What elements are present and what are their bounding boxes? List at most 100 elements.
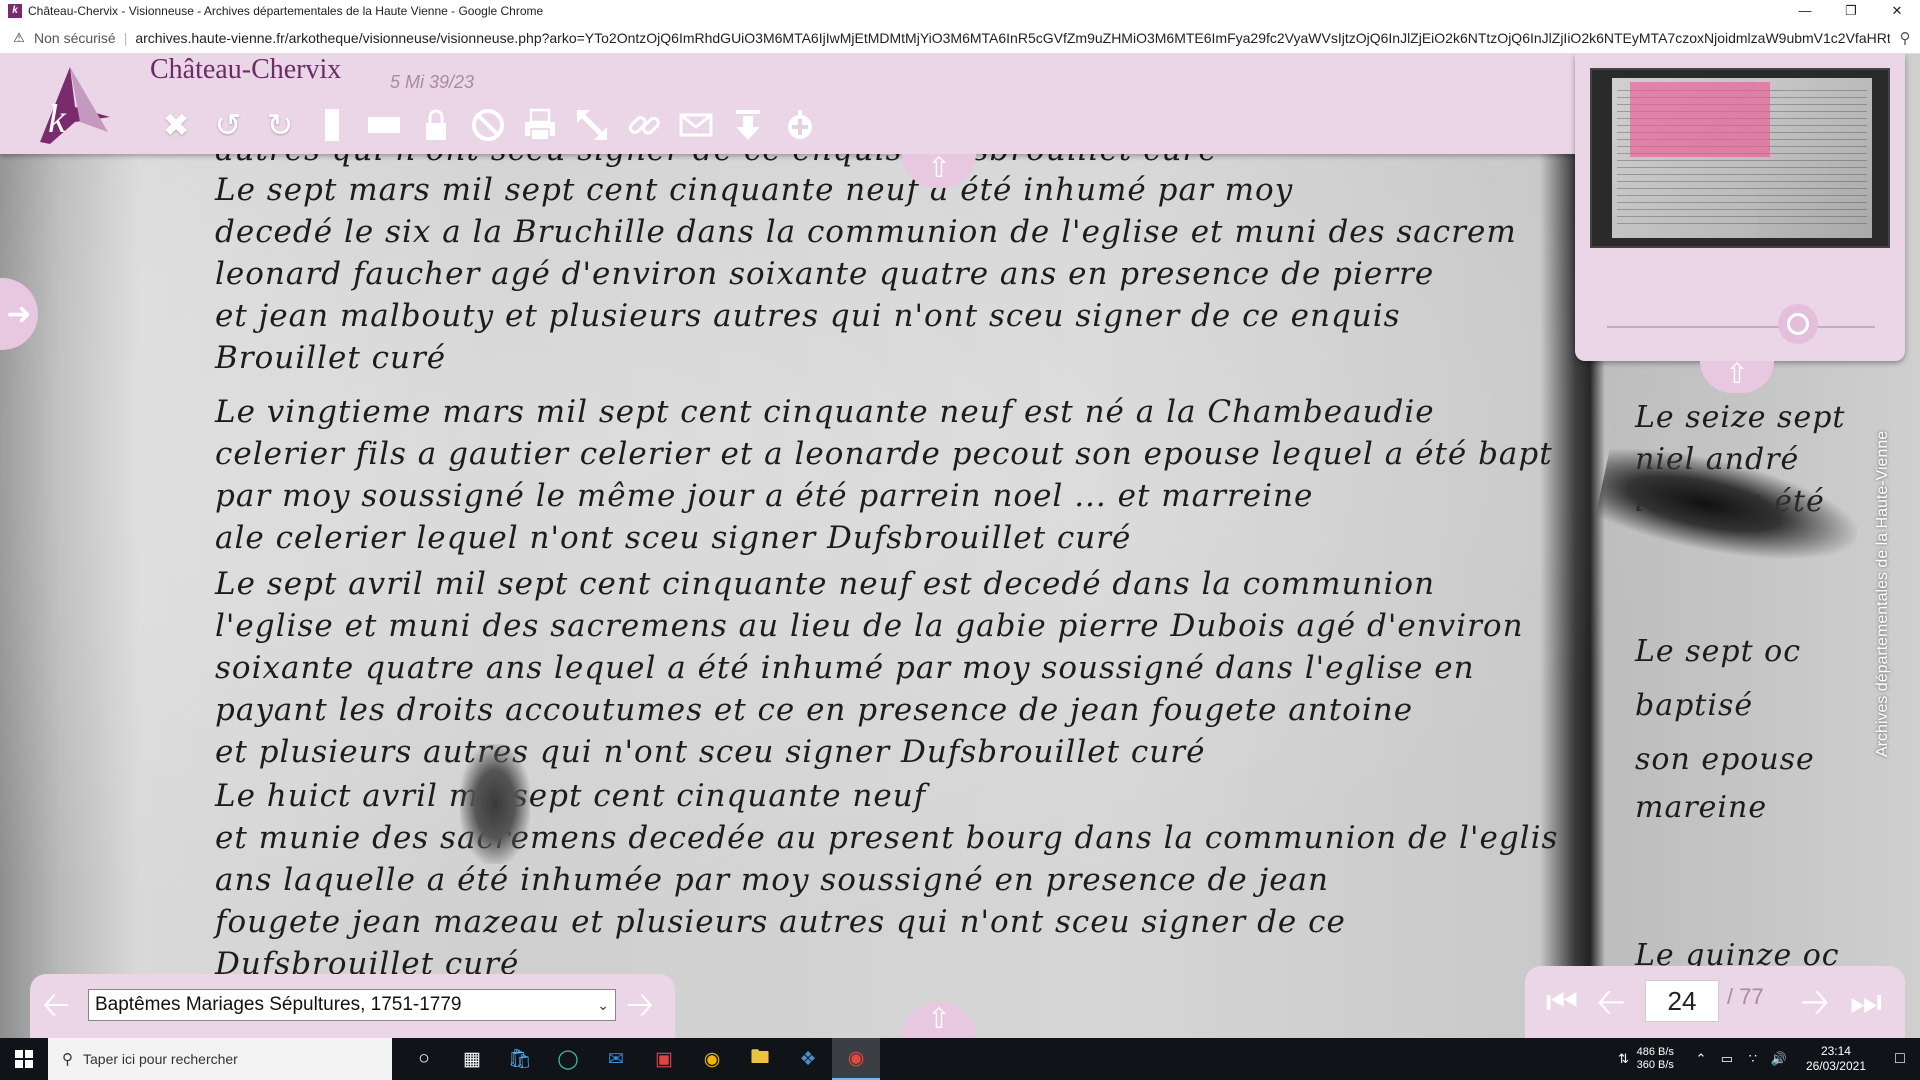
handwriting-line: Brouillet curé xyxy=(215,340,447,376)
rotate-left-icon[interactable]: ↺ xyxy=(202,102,254,148)
print-icon[interactable] xyxy=(514,102,566,148)
download-icon[interactable] xyxy=(722,102,774,148)
chevron-down-icon: ⌄ xyxy=(597,996,609,1013)
net-upload: 486 B/s xyxy=(1636,1046,1674,1058)
clock[interactable]: 23:14 26/03/2021 xyxy=(1806,1044,1866,1074)
handwriting-line: Le sept oc xyxy=(1635,634,1802,669)
store-icon[interactable]: 🛍 xyxy=(496,1038,544,1080)
search-icon: ⚲ xyxy=(62,1051,73,1068)
wifi-icon[interactable]: ∵ xyxy=(1742,1051,1764,1067)
handwriting-line: Le sept mars mil sept cent cinquante neu… xyxy=(215,172,1294,208)
rotate-right-icon[interactable]: ↻ xyxy=(254,102,306,148)
handwriting-line: decedé le six a la Bruchille dans la com… xyxy=(215,214,1517,250)
help-icon[interactable] xyxy=(774,102,826,148)
browser-titlebar: k Château-Chervix - Visionneuse - Archiv… xyxy=(0,0,1920,22)
first-page-icon[interactable]: ⏮ xyxy=(1539,982,1585,1022)
place-title: Château-Chervix xyxy=(150,54,342,85)
handwriting-line: Le seize sept xyxy=(1635,400,1846,435)
taskbar-apps: ○ ▦ 🛍 ◯ ✉ ▣ ◉ 🖿 ❖ ◉ xyxy=(400,1038,880,1080)
notifications-icon[interactable]: □ xyxy=(1880,1050,1920,1068)
handwriting-line: leonard faucher agé d'environ soixante q… xyxy=(215,256,1435,292)
window-controls: — ❐ ✕ xyxy=(1782,0,1920,22)
next-register-icon[interactable]: 🡢 xyxy=(622,988,658,1024)
previous-page-icon[interactable]: 🡠 xyxy=(1591,982,1631,1022)
chevron-up-icon[interactable]: ⌃ xyxy=(1690,1051,1712,1067)
battery-icon[interactable]: ▭ xyxy=(1716,1051,1738,1067)
zoom-slider-track[interactable] xyxy=(1607,326,1875,328)
search-placeholder: Taper ici pour rechercher xyxy=(83,1051,238,1067)
divider: | xyxy=(123,29,128,46)
url-field[interactable]: archives.haute-vienne.fr/arkotheque/visi… xyxy=(135,30,1890,46)
last-page-icon[interactable]: ⏭ xyxy=(1843,982,1889,1022)
app-icon[interactable]: ❖ xyxy=(784,1038,832,1080)
handwriting-line: baptisé xyxy=(1635,688,1754,723)
clock-time: 23:14 xyxy=(1820,1044,1851,1058)
volume-icon[interactable]: 🔊 xyxy=(1768,1051,1790,1067)
windows-start-icon[interactable] xyxy=(0,1038,48,1080)
previous-register-icon[interactable]: 🡠 xyxy=(38,988,74,1024)
warning-icon[interactable]: ⚠ xyxy=(10,30,28,46)
magnifier-icon xyxy=(1787,313,1809,335)
register-select[interactable]: Baptêmes Mariages Sépultures, 1751-1779 … xyxy=(88,989,616,1021)
handwriting-line: par moy soussigné le même jour a été par… xyxy=(215,478,1314,514)
mail-icon[interactable] xyxy=(670,102,722,148)
handwriting-line: ans laquelle a été inhumée par moy souss… xyxy=(215,862,1329,898)
zoom-slider-handle[interactable] xyxy=(1778,304,1818,344)
window-title: Château-Chervix - Visionneuse - Archives… xyxy=(28,4,544,18)
network-speed: 486 B/s 360 B/s xyxy=(1637,1046,1674,1072)
handwriting-line: Le sept avril mil sept cent cinquante ne… xyxy=(215,566,1436,602)
invert-icon[interactable] xyxy=(462,102,514,148)
chrome-canary-icon[interactable]: ◉ xyxy=(688,1038,736,1080)
mail-app-icon[interactable]: ✉ xyxy=(592,1038,640,1080)
restore-icon[interactable]: ❐ xyxy=(1828,0,1874,22)
register-navigation: 🡠 Baptêmes Mariages Sépultures, 1751-177… xyxy=(30,974,675,1038)
viewer-toolbar: k Château-Chervix 5 Mi 39/23 ✖ ↺ ↻ xyxy=(0,54,1575,154)
page-navigation: ⏮ 🡠 24 / 77 🡢 ⏭ xyxy=(1525,966,1905,1038)
clock-date: 26/03/2021 xyxy=(1805,1059,1866,1073)
page-thumbnail[interactable] xyxy=(1590,68,1890,248)
windows-taskbar: ⚲ Taper ici pour rechercher ○ ▦ 🛍 ◯ ✉ ▣ … xyxy=(0,1038,1920,1080)
page-total: / 77 xyxy=(1727,984,1764,1009)
edge-icon[interactable]: ◯ xyxy=(544,1038,592,1080)
archives-logo[interactable]: k xyxy=(20,62,115,147)
close-window-icon[interactable]: ✕ xyxy=(1874,0,1920,22)
handwriting-line: celerier fils a gautier celerier et a le… xyxy=(215,436,1553,472)
zoom-icon[interactable]: ⚲ xyxy=(1890,29,1920,47)
handwriting-line: fougete jean mazeau et plusieurs autres … xyxy=(215,904,1346,940)
handwriting-line: Le huict avril mil sept cent cinquante n… xyxy=(215,778,927,814)
taskbar-search[interactable]: ⚲ Taper ici pour rechercher xyxy=(48,1038,392,1080)
svg-text:k: k xyxy=(48,96,67,141)
task-view-icon[interactable]: ▦ xyxy=(448,1038,496,1080)
close-icon[interactable]: ✖ xyxy=(150,102,202,148)
handwriting-line: mareine xyxy=(1635,790,1768,825)
archive-reference: 5 Mi 39/23 xyxy=(390,72,475,92)
tool-buttons: ✖ ↺ ↻ xyxy=(150,102,826,148)
ink-stain xyxy=(460,744,530,864)
gift-app-icon[interactable]: ▣ xyxy=(640,1038,688,1080)
address-bar[interactable]: ⚠ Non sécurisé | archives.haute-vienne.f… xyxy=(0,22,1920,54)
fullscreen-icon[interactable] xyxy=(566,102,618,148)
viewport-rectangle[interactable] xyxy=(1630,82,1770,157)
minimize-icon[interactable]: — xyxy=(1782,0,1828,22)
network-speed-arrows-icon: ⇅ xyxy=(1618,1051,1630,1066)
register-select-value: Baptêmes Mariages Sépultures, 1751-1779 xyxy=(95,994,462,1015)
security-label[interactable]: Non sécurisé xyxy=(34,30,116,46)
file-explorer-icon[interactable]: 🖿 xyxy=(736,1038,784,1080)
next-page-icon[interactable]: 🡢 xyxy=(1795,982,1835,1022)
fit-height-icon[interactable] xyxy=(306,102,358,148)
lock-icon[interactable] xyxy=(410,102,462,148)
net-download: 360 B/s xyxy=(1636,1059,1674,1071)
handwriting-line: son epouse xyxy=(1635,742,1815,777)
fit-width-icon[interactable] xyxy=(358,102,410,148)
site-favicon-icon: k xyxy=(8,4,22,18)
system-tray: ⇅ 486 B/s 360 B/s ⌃ ▭ ∵ 🔊 23:14 26/03/20… xyxy=(1611,1038,1920,1080)
chrome-icon[interactable]: ◉ xyxy=(832,1038,880,1080)
page-number-input[interactable]: 24 xyxy=(1645,980,1719,1022)
cortana-icon[interactable]: ○ xyxy=(400,1038,448,1080)
handwriting-line: ale celerier lequel n'ont sceu signer Du… xyxy=(215,520,1132,556)
handwriting-line: et plusieurs autres qui n'ont sceu signe… xyxy=(215,734,1206,770)
link-icon[interactable] xyxy=(618,102,670,148)
watermark: Archives départementales de la Haute-Vie… xyxy=(1874,430,1891,758)
document-viewer[interactable]: autres qui n'ont sceu signer de ce enqui… xyxy=(0,54,1920,1038)
handwriting-line: l'eglise et muni des sacremens au lieu d… xyxy=(215,608,1524,644)
